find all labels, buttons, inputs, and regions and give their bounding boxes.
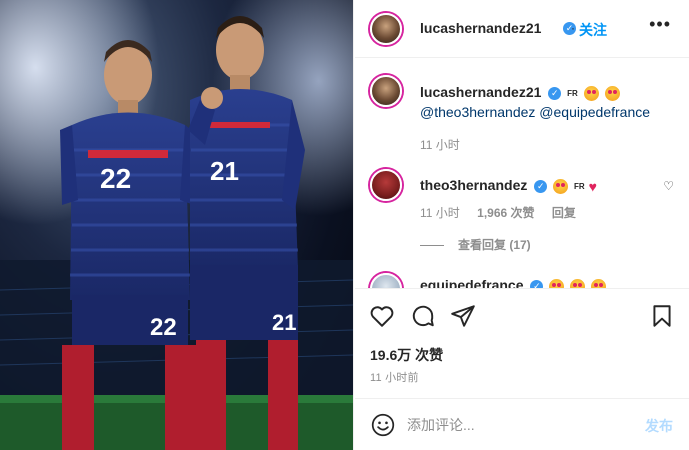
- comment-bubble-icon[interactable]: [410, 303, 436, 329]
- replies-dash: [420, 245, 444, 247]
- follow-button[interactable]: 关注: [579, 20, 607, 40]
- commenter-username[interactable]: theo3hernandez: [420, 177, 527, 193]
- commenter-username[interactable]: equipedefrance: [420, 277, 523, 288]
- fr-flag-label: FR: [567, 88, 578, 98]
- author-avatar[interactable]: [370, 13, 402, 45]
- emoji-smiley-icon[interactable]: [370, 412, 396, 438]
- comment-input[interactable]: [407, 413, 627, 437]
- red-heart-emoji-icon: ♥: [588, 178, 597, 195]
- add-comment-bar: 发布: [355, 398, 689, 450]
- caption-time[interactable]: 11 小时: [420, 136, 460, 153]
- separator-dot: ·: [571, 21, 575, 35]
- star-eyes-emoji-icon: [549, 278, 565, 288]
- view-replies-label: 查看回复 (17): [458, 238, 531, 252]
- star-eyes-emoji-icon: [583, 85, 599, 101]
- comment-line: equipedefrance ✓: [420, 277, 607, 288]
- save-bookmark-icon[interactable]: [649, 303, 675, 329]
- fr-flag-label: FR: [574, 181, 585, 191]
- post-header: lucashernandez21 ✓ · 关注 •••: [355, 0, 689, 58]
- verified-badge-icon: ✓: [530, 279, 544, 288]
- more-options-icon[interactable]: •••: [649, 14, 671, 35]
- jersey-number-left: 22: [100, 163, 131, 194]
- reply-button[interactable]: 回复: [552, 206, 576, 220]
- post-timestamp[interactable]: 11 小时前: [370, 369, 419, 385]
- commenter-avatar[interactable]: [370, 169, 402, 201]
- view-replies-button[interactable]: 查看回复 (17): [420, 236, 531, 253]
- caption-username[interactable]: lucashernandez21: [420, 84, 541, 100]
- comment-likes-count[interactable]: 1,966 次赞: [477, 206, 534, 220]
- comment-meta: 11 小时 1,966 次赞 回复: [420, 204, 590, 221]
- post-photo: 22 22 21 21: [0, 0, 353, 450]
- post-comment-button[interactable]: 发布: [645, 416, 673, 436]
- likes-count[interactable]: 19.6万 次赞: [370, 345, 443, 365]
- comment-like-heart-icon[interactable]: ♡: [663, 179, 674, 193]
- author-username[interactable]: lucashernandez21: [420, 20, 541, 36]
- comments-section[interactable]: lucashernandez21 ✓ FR @theo3hernandez @e…: [355, 59, 689, 288]
- star-eyes-emoji-icon: [553, 178, 569, 194]
- verified-badge-icon: ✓: [534, 179, 548, 193]
- share-paper-plane-icon[interactable]: [450, 303, 476, 329]
- like-heart-icon[interactable]: [369, 303, 395, 329]
- caption-mentions[interactable]: @theo3hernandez @equipedefrance: [420, 104, 650, 120]
- verified-badge-icon: ✓: [548, 86, 562, 100]
- jersey-number-right: 21: [210, 156, 239, 186]
- commenter-avatar[interactable]: [370, 273, 402, 288]
- comment-time[interactable]: 11 小时: [420, 206, 460, 220]
- caption-avatar[interactable]: [370, 75, 402, 107]
- svg-text:22: 22: [150, 314, 177, 341]
- post-actions: 19.6万 次赞 11 小时前: [355, 288, 689, 398]
- comment-line: theo3hernandez ✓ FR ♥: [420, 177, 597, 194]
- star-eyes-emoji-icon: [604, 85, 620, 101]
- star-eyes-emoji-icon: [591, 278, 607, 288]
- post-sidebar: lucashernandez21 ✓ · 关注 ••• lucashernand…: [355, 0, 689, 450]
- svg-text:21: 21: [272, 310, 296, 335]
- star-eyes-emoji-icon: [570, 278, 586, 288]
- post-image[interactable]: 22 22 21 21: [0, 0, 354, 450]
- caption-line: lucashernandez21 ✓ FR: [420, 84, 620, 101]
